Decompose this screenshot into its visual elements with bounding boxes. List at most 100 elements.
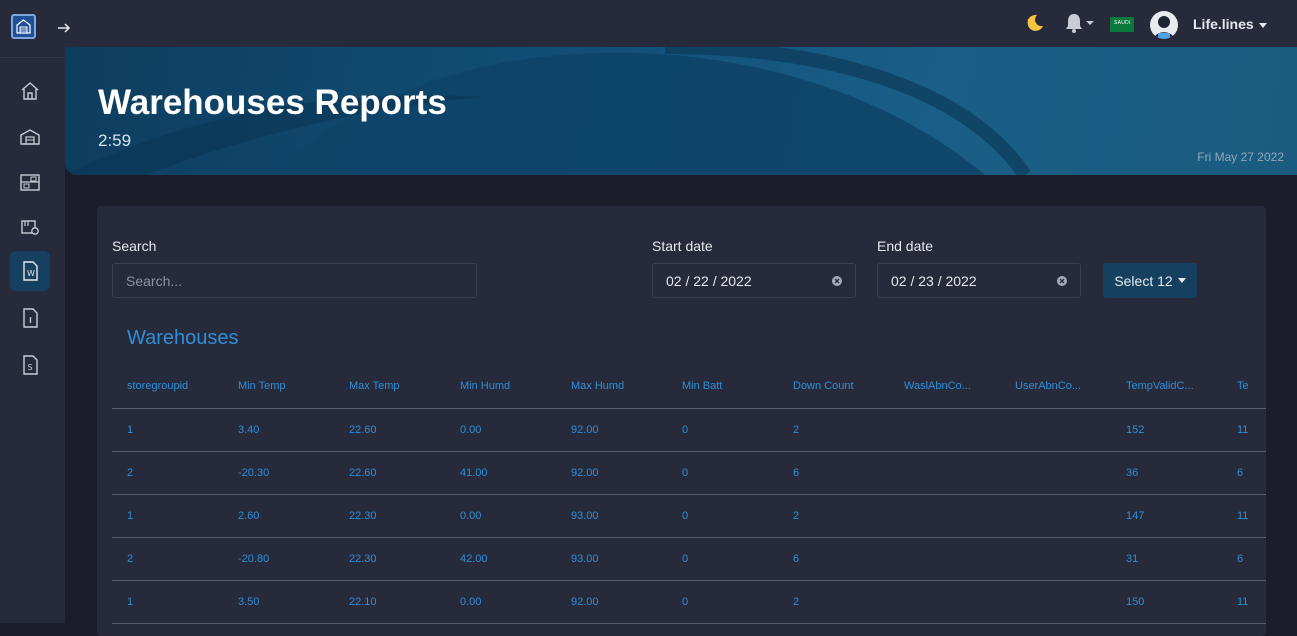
- search-field[interactable]: [112, 263, 477, 298]
- sidebar-item-warehouse[interactable]: [10, 117, 50, 157]
- start-date-value: 02 / 22 / 2022: [666, 272, 752, 289]
- table-cell: [889, 537, 1000, 581]
- table-cell: 31: [1111, 537, 1222, 581]
- column-header[interactable]: Min Humd: [445, 364, 556, 409]
- home-icon: [21, 82, 39, 100]
- sidebar-item-summary-report[interactable]: S: [10, 345, 50, 385]
- table-cell: 92.00: [556, 451, 667, 495]
- table-cell: 2.60: [223, 494, 334, 538]
- table-row[interactable]: 1 2.60 22.30 0.00 93.00 0 2 147 11: [112, 494, 1266, 538]
- table-cell: 11: [1222, 580, 1266, 624]
- table-cell: 0: [667, 580, 778, 624]
- table-cell: 42.00: [445, 537, 556, 581]
- sidebar-item-warehouse-report[interactable]: W: [10, 251, 50, 291]
- table-cell: 41.00: [445, 451, 556, 495]
- svg-text:W: W: [27, 269, 35, 278]
- table-cell: [889, 494, 1000, 538]
- table-row[interactable]: 2 -20.80 22.30 42.00 93.00 0 6 31 6: [112, 537, 1266, 581]
- table-cell: 150: [1111, 580, 1222, 624]
- table-cell: 93.00: [556, 494, 667, 538]
- start-date-field[interactable]: 02 / 22 / 2022: [652, 263, 856, 298]
- user-menu[interactable]: Life.lines: [1193, 16, 1267, 32]
- table-cell: 2: [778, 494, 889, 538]
- table-cell: 92.00: [556, 580, 667, 624]
- table-cell: 11: [1222, 408, 1266, 452]
- flag-icon[interactable]: SAUDI: [1110, 17, 1134, 32]
- column-header[interactable]: Min Batt: [667, 364, 778, 409]
- table-cell: 152: [1111, 408, 1222, 452]
- table-cell: 6: [778, 537, 889, 581]
- warehouse-icon: [20, 129, 40, 145]
- table-cell: 2: [778, 408, 889, 452]
- avatar[interactable]: [1150, 11, 1178, 39]
- table-cell: -20.30: [223, 451, 334, 495]
- column-header[interactable]: Max Temp: [334, 364, 445, 409]
- table-cell: [889, 580, 1000, 624]
- navbar-actions: SAUDI Life.lines: [0, 0, 1297, 47]
- sidebar-item-info-report[interactable]: [10, 298, 50, 338]
- table-cell: [1000, 580, 1111, 624]
- column-header[interactable]: storegroupid: [112, 364, 223, 409]
- table-cell: 11: [1222, 494, 1266, 538]
- doc-s-icon: S: [23, 355, 38, 375]
- current-date: Fri May 27 2022: [1197, 150, 1284, 164]
- chevron-down-icon: [1258, 22, 1267, 28]
- device-settings-icon: [21, 220, 39, 235]
- table-cell: [1000, 408, 1111, 452]
- doc-i-icon: [23, 308, 38, 328]
- table-header-row: storegroupid Min Temp Max Temp Min Humd Max …: [112, 364, 1266, 409]
- sidebar-item-storage[interactable]: [10, 162, 50, 202]
- start-date-label: Start date: [652, 238, 713, 254]
- clear-end-date-icon[interactable]: [1057, 276, 1067, 286]
- table-cell: 22.10: [334, 580, 445, 624]
- table-cell: [1000, 494, 1111, 538]
- search-input[interactable]: [126, 272, 476, 289]
- table-cell: [889, 451, 1000, 495]
- table-cell: 6: [1222, 537, 1266, 581]
- table-row[interactable]: 1 3.40 22.60 0.00 92.00 0 2 152 11: [112, 408, 1266, 452]
- column-header[interactable]: UserAbnCo...: [1000, 364, 1111, 409]
- column-header[interactable]: Min Temp: [223, 364, 334, 409]
- column-header[interactable]: WaslAbnCo...: [889, 364, 1000, 409]
- table-cell: 2: [112, 451, 223, 495]
- svg-text:S: S: [28, 363, 33, 372]
- chevron-down-icon: [1177, 278, 1186, 283]
- table-cell: 1: [112, 408, 223, 452]
- table-cell: -20.80: [223, 537, 334, 581]
- doc-w-icon: W: [23, 261, 38, 281]
- table-cell: 147: [1111, 494, 1222, 538]
- clear-start-date-icon[interactable]: [832, 276, 842, 286]
- table-body: 1 3.40 22.60 0.00 92.00 0 2 152 11 2 -20.30 22.60 41…: [112, 408, 1266, 624]
- table-cell: 22.30: [334, 537, 445, 581]
- search-label: Search: [112, 238, 157, 254]
- moon-icon[interactable]: [1023, 12, 1045, 34]
- column-header[interactable]: Te: [1222, 364, 1266, 409]
- sidebar-item-devices[interactable]: [10, 207, 50, 247]
- table-cell: 92.00: [556, 408, 667, 452]
- table-cell: 6: [1222, 451, 1266, 495]
- table-cell: 0: [667, 494, 778, 538]
- sidebar: W S: [0, 0, 65, 623]
- page-banner: Warehouses Reports 2:59 Fri May 27 2022: [65, 47, 1297, 175]
- table-row[interactable]: 1 3.50 22.10 0.00 92.00 0 2 150 11: [112, 580, 1266, 624]
- table-cell: 3.40: [223, 408, 334, 452]
- end-date-label: End date: [877, 238, 934, 254]
- table-cell: 2: [112, 537, 223, 581]
- select-label: Select 12: [1114, 272, 1173, 289]
- table-title: Warehouses: [127, 327, 239, 349]
- flag-label: SAUDI: [1114, 20, 1131, 26]
- table-row[interactable]: 2 -20.30 22.60 41.00 92.00 0 6 36 6: [112, 451, 1266, 495]
- column-header[interactable]: Down Count: [778, 364, 889, 409]
- table-cell: 6: [778, 451, 889, 495]
- table-cell: 22.60: [334, 451, 445, 495]
- table-cell: 22.30: [334, 494, 445, 538]
- bell-icon[interactable]: [1063, 12, 1097, 34]
- end-date-field[interactable]: 02 / 23 / 2022: [877, 263, 1081, 298]
- column-header[interactable]: TempValidC...: [1111, 364, 1222, 409]
- select-columns-dropdown[interactable]: Select 12: [1103, 263, 1197, 298]
- table-cell: 0: [667, 408, 778, 452]
- page-title: Warehouses Reports: [98, 83, 447, 122]
- column-header[interactable]: Max Humd: [556, 364, 667, 409]
- clock-display: 2:59: [98, 131, 132, 150]
- sidebar-item-home[interactable]: [10, 71, 50, 111]
